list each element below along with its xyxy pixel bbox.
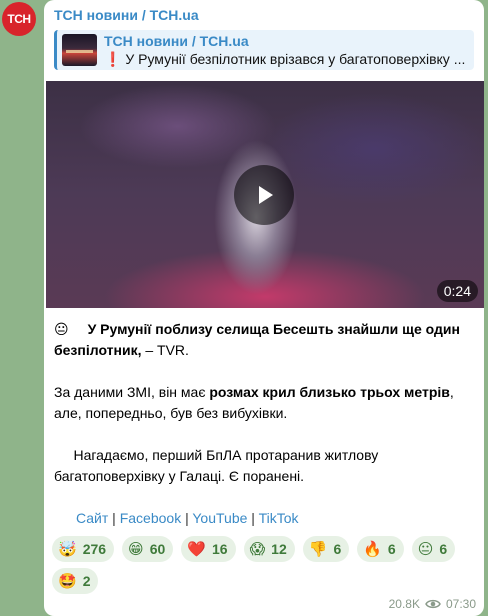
thumbs-down-icon: 👎 <box>308 541 328 558</box>
p2-start: За даними ЗМІ, він має <box>54 384 210 400</box>
channel-name[interactable]: ТСН новини / TCH.ua <box>54 7 199 23</box>
reply-preview[interactable]: ТСН новини / TCH.ua ❗ У Румунії безпілот… <box>54 30 474 70</box>
p3-text: Нагадаємо, перший БпЛА протаранив житлов… <box>54 447 379 484</box>
reaction-fire[interactable]: 🔥 6 <box>357 536 404 562</box>
message-bubble: ТСН новини / TCH.ua ТСН новини / TCH.ua … <box>44 0 484 616</box>
exclamation-icon: ❗ <box>104 51 122 67</box>
paragraph-1: 😐 У Румунії поблизу селища Бесешть знайш… <box>54 319 479 361</box>
exploding-head-icon: 🤯 <box>58 541 77 558</box>
video-duration: 0:24 <box>436 280 478 302</box>
separator: | <box>181 510 193 526</box>
reaction-thumbs-down[interactable]: 👎 6 <box>302 536 350 562</box>
reaction-count: 12 <box>271 541 287 557</box>
links-row: Сайт | Facebook | YouTube | TikTok <box>76 508 299 528</box>
play-icon <box>259 186 273 204</box>
scream-face-icon: 😱 <box>249 541 266 558</box>
reaction-count: 6 <box>387 541 396 557</box>
neutral-face-icon: 😐 <box>417 541 434 558</box>
reaction-count: 6 <box>439 541 448 557</box>
link-facebook[interactable]: Facebook <box>120 510 181 526</box>
reaction-neutral[interactable]: 😐 6 <box>411 536 456 562</box>
grinning-face-icon: 😁 <box>128 541 144 558</box>
link-tiktok[interactable]: TikTok <box>259 510 299 526</box>
reply-snippet: У Румунії безпілотник врізався у багатоп… <box>121 51 466 67</box>
neutral-face-icon: 😐 <box>54 321 69 337</box>
paragraph-3: Нагадаємо, перший БпЛА протаранив житлов… <box>54 445 479 487</box>
channel-avatar[interactable]: ТСН <box>2 2 36 36</box>
eye-icon <box>425 599 441 609</box>
message-text: 😐 У Румунії поблизу селища Бесешть знайш… <box>54 319 479 508</box>
paragraph-2: За даними ЗМІ, він має розмах крил близь… <box>54 382 479 424</box>
reactions-bar: 🤯 276 😁 60 ❤️ 16 😱 12 👎 6 🔥 6 😐 6 🤩 2 <box>52 536 472 594</box>
reaction-heart[interactable]: ❤️ 16 <box>181 536 236 562</box>
reply-title: ТСН новини / TCH.ua <box>104 33 249 49</box>
message-meta: 20.8K 07:30 <box>389 597 476 611</box>
link-site[interactable]: Сайт <box>76 510 108 526</box>
p2-bold: розмах крил близько трьох метрів <box>209 384 450 400</box>
link-youtube[interactable]: YouTube <box>192 510 247 526</box>
source-text: – TVR. <box>141 342 189 358</box>
play-button[interactable] <box>234 165 294 225</box>
message-time: 07:30 <box>445 597 476 611</box>
star-struck-icon: 🤩 <box>58 573 77 590</box>
reaction-count: 2 <box>82 573 91 589</box>
reaction-count: 60 <box>149 541 166 557</box>
reaction-star-struck[interactable]: 🤩 2 <box>52 568 99 594</box>
reaction-count: 6 <box>333 541 342 557</box>
reaction-count: 16 <box>211 541 228 557</box>
separator: | <box>247 510 259 526</box>
reply-text: ❗ У Румунії безпілотник врізався у багат… <box>104 51 472 68</box>
bold-headline: У Румунії поблизу селища Бесешть знайшли… <box>54 321 460 358</box>
video-player[interactable]: 0:24 <box>46 81 484 308</box>
reaction-scream[interactable]: 😱 12 <box>243 536 295 562</box>
reaction-count: 276 <box>82 541 107 557</box>
view-count: 20.8K <box>388 597 420 611</box>
heart-icon: ❤️ <box>187 541 206 558</box>
reaction-grin[interactable]: 😁 60 <box>122 536 174 562</box>
reaction-exploding-head[interactable]: 🤯 276 <box>52 536 115 562</box>
separator: | <box>108 510 120 526</box>
reply-thumbnail <box>62 34 97 66</box>
fire-icon: 🔥 <box>363 541 382 558</box>
